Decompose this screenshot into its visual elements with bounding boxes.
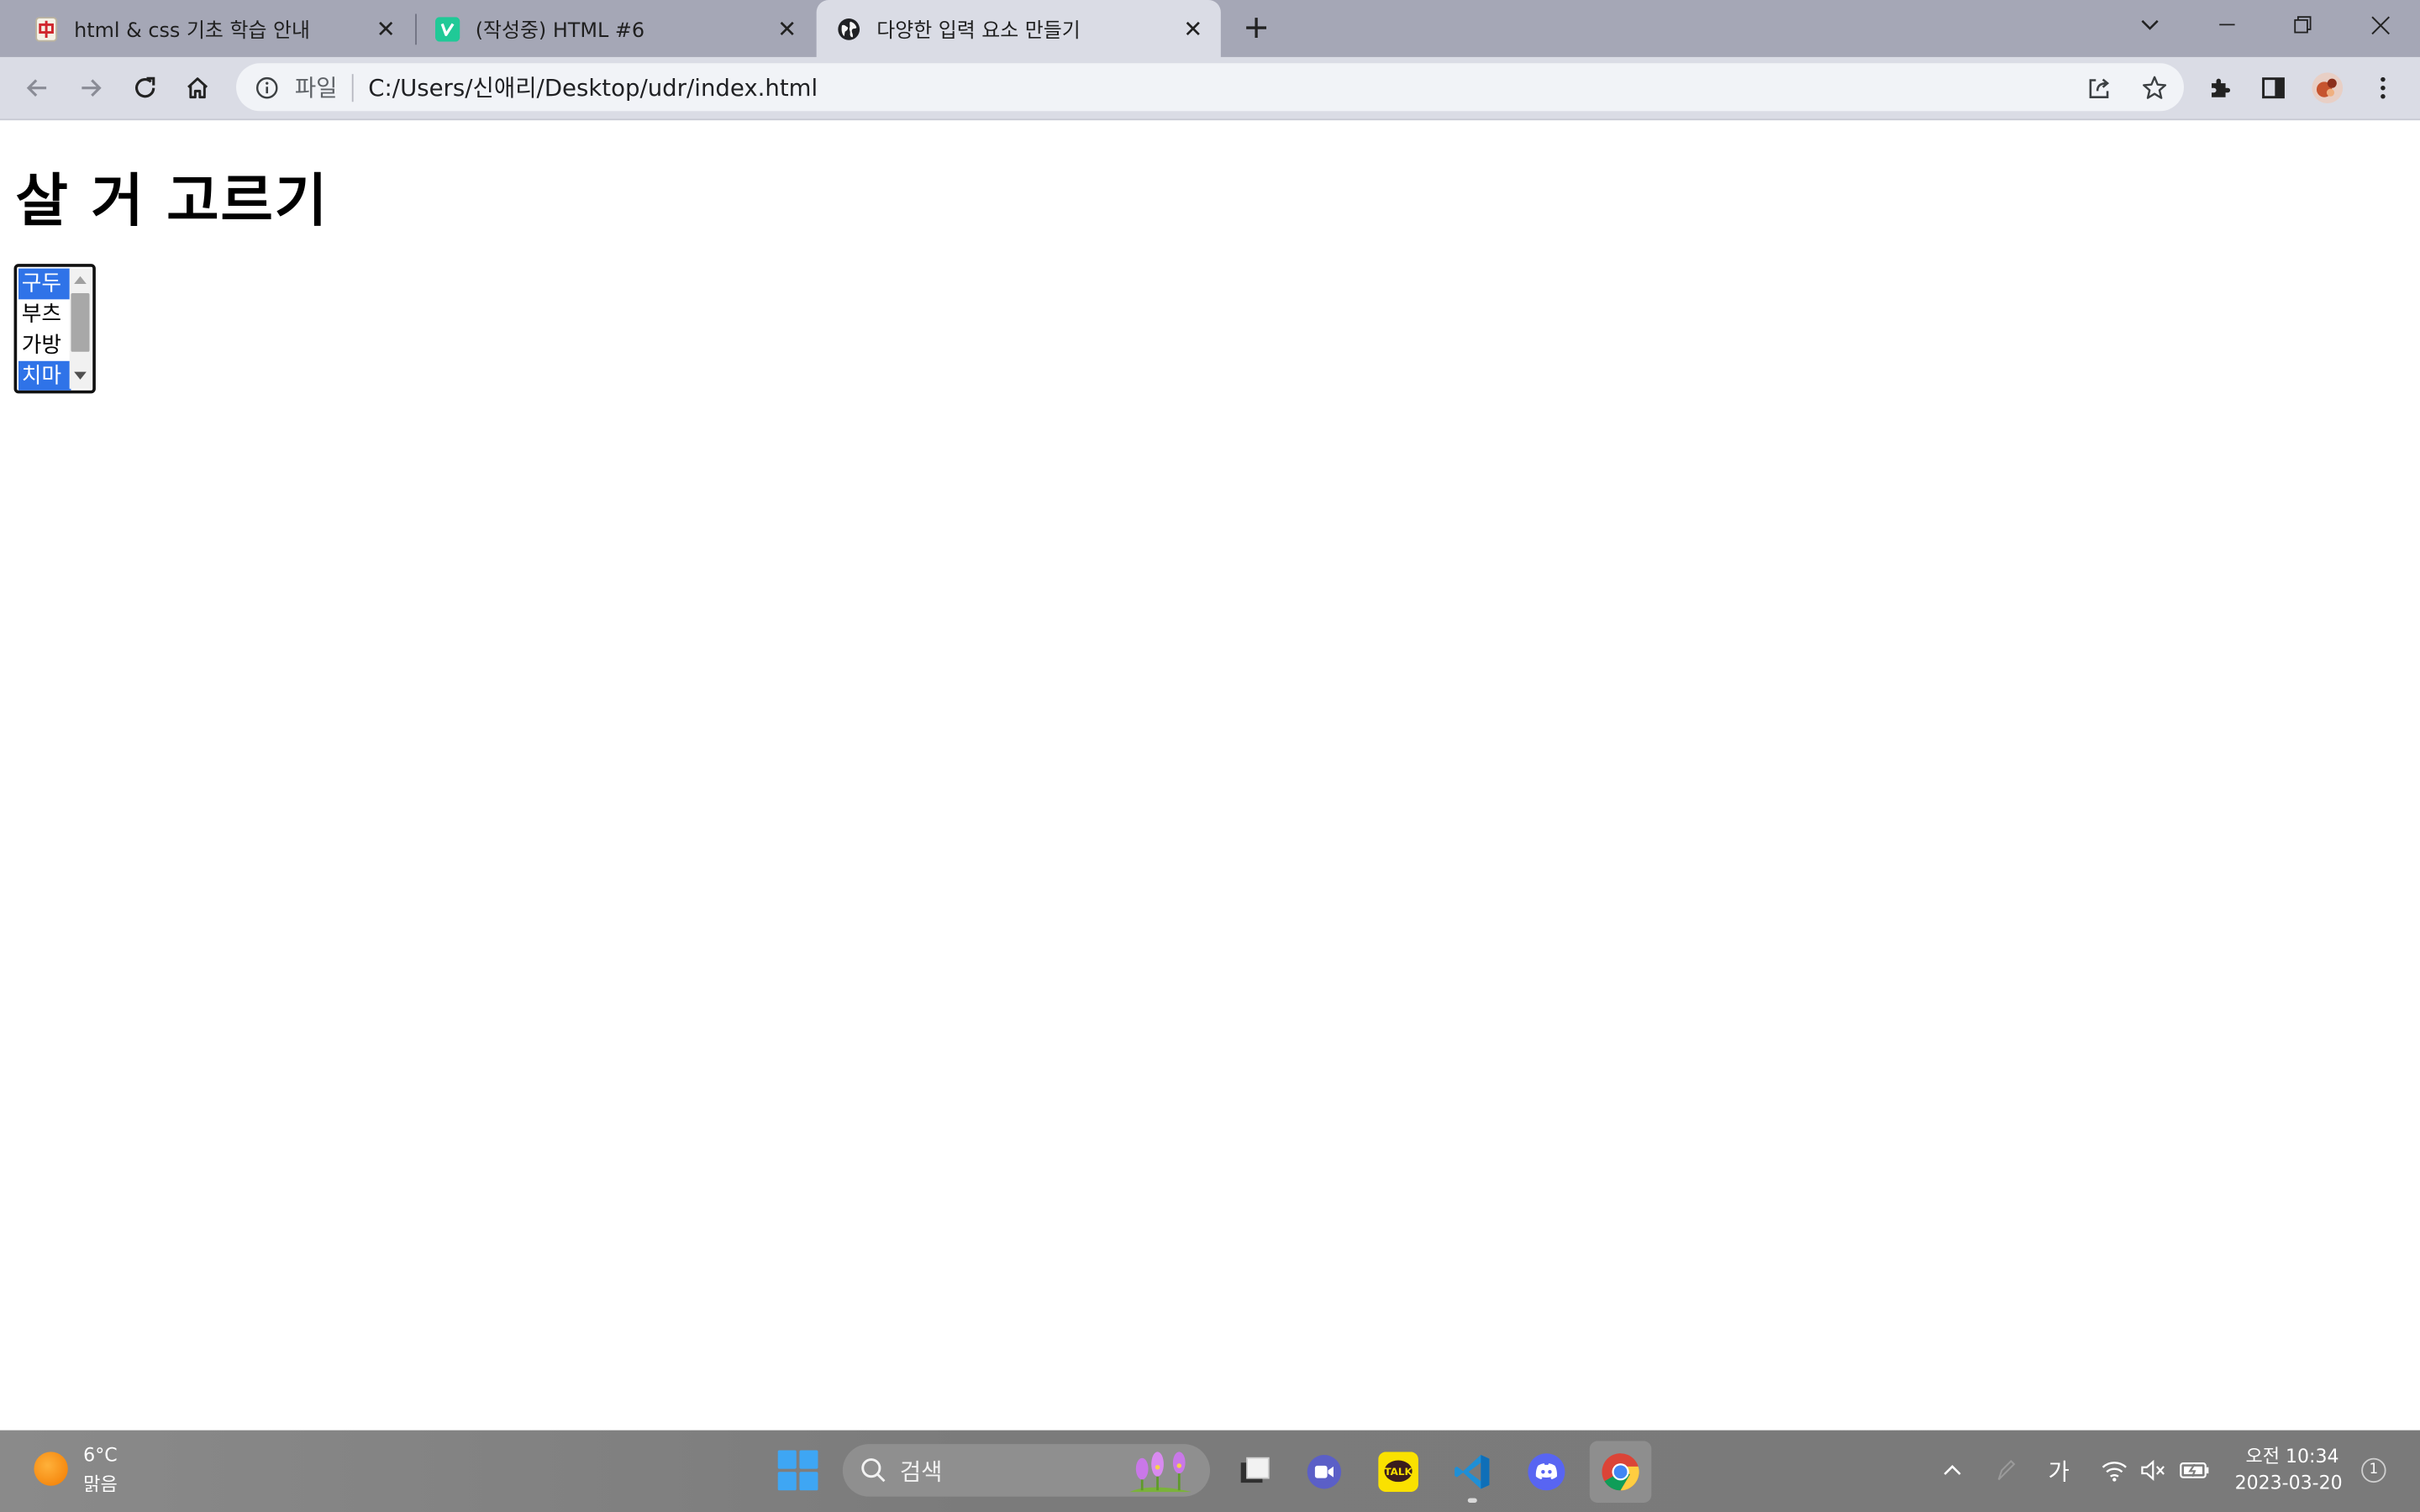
close-icon[interactable]: ✕ <box>371 13 402 45</box>
share-icon[interactable] <box>2082 71 2116 104</box>
clock-date[interactable]: 2023-03-20 <box>2235 1472 2343 1494</box>
chrome-button[interactable] <box>1589 1441 1652 1503</box>
windows-taskbar: 6°C 맑음 검색 TALK 가 오전 10:34 2023-03-20 1 <box>0 1430 2420 1512</box>
new-tab-button[interactable] <box>1238 9 1275 46</box>
task-view-icon <box>1240 1457 1270 1483</box>
chevron-up-icon[interactable] <box>1939 1452 1966 1488</box>
kakaotalk-icon: TALK <box>1378 1452 1418 1493</box>
minimize-icon <box>2219 24 2235 26</box>
reload-icon <box>135 76 155 98</box>
running-indicator <box>1467 1498 1477 1503</box>
list-option[interactable]: 부츠 <box>18 299 71 330</box>
tab-input-elements[interactable]: 다양한 입력 요소 만들기 ✕ <box>816 0 1221 57</box>
list-option[interactable]: 가방 <box>18 330 71 361</box>
crocus-flowers-icon <box>1129 1452 1192 1493</box>
vscode-icon <box>1455 1455 1490 1489</box>
kebab-menu-icon <box>2381 76 2386 99</box>
tab-strip: html & css 기초 학습 안내 ✕ (작성중) HTML #6 ✕ 다양… <box>0 0 2420 57</box>
clock-time[interactable]: 오전 10:34 <box>2245 1442 2338 1468</box>
url-text[interactable]: C:/Users/신애리/Desktop/udr/index.html <box>368 71 818 103</box>
discord-button[interactable] <box>1518 1444 1574 1499</box>
avatar-icon <box>2312 72 2344 104</box>
page-viewport: 살 거 고르기 구두 부츠 가방 치마 <box>0 120 2420 1431</box>
velog-v-icon <box>434 16 460 41</box>
task-view-button[interactable] <box>1227 1444 1282 1499</box>
vscode-button[interactable] <box>1444 1444 1500 1499</box>
wifi-icon[interactable] <box>2097 1452 2131 1488</box>
omnibox-divider <box>351 73 353 102</box>
notification-badge[interactable]: 1 <box>2361 1457 2386 1483</box>
close-icon <box>2370 15 2390 34</box>
plus-icon <box>1246 18 1267 38</box>
mahjong-zhong-icon <box>34 16 58 41</box>
tab-search-button[interactable] <box>2116 0 2184 50</box>
menu-button[interactable] <box>2365 70 2402 107</box>
bookmark-star-icon[interactable] <box>2138 71 2171 104</box>
list-option[interactable]: 치마 <box>18 360 71 391</box>
address-bar[interactable]: 파일 C:/Users/신애리/Desktop/udr/index.html <box>236 63 2184 112</box>
home-icon <box>187 77 208 99</box>
windows-logo-icon <box>777 1450 797 1469</box>
arrow-left-icon <box>26 79 47 97</box>
scroll-up-arrow-icon[interactable] <box>74 276 87 284</box>
svg-text:TALK: TALK <box>1384 1466 1413 1478</box>
info-icon[interactable] <box>253 73 281 101</box>
scrollbar-thumb[interactable] <box>71 292 90 352</box>
scroll-down-arrow-icon[interactable] <box>74 371 87 380</box>
home-button[interactable] <box>176 66 218 109</box>
tab-title: (작성중) HTML #6 <box>475 19 645 44</box>
list-option[interactable]: 구두 <box>18 268 71 300</box>
close-icon[interactable]: ✕ <box>771 13 802 45</box>
kakaotalk-button[interactable]: TALK <box>1370 1444 1426 1499</box>
side-panel-icon <box>2262 77 2285 99</box>
profile-avatar[interactable] <box>2309 70 2346 107</box>
battery-charging-icon[interactable] <box>2176 1452 2213 1488</box>
start-button[interactable] <box>777 1450 818 1491</box>
shopping-select-listbox[interactable]: 구두 부츠 가방 치마 <box>13 264 96 394</box>
search-label: 검색 <box>899 1457 943 1485</box>
weather-temperature: 6°C <box>83 1444 118 1466</box>
globe-icon <box>837 16 861 40</box>
screen: html & css 기초 학습 안내 ✕ (작성중) HTML #6 ✕ 다양… <box>0 0 2420 1512</box>
search-icon <box>861 1458 886 1483</box>
video-camera-icon <box>1307 1455 1342 1489</box>
pen-icon[interactable] <box>1991 1452 2022 1488</box>
scheme-label: 파일 <box>294 74 338 102</box>
minimize-button[interactable] <box>2193 0 2261 50</box>
close-icon[interactable]: ✕ <box>1177 13 1208 45</box>
speaker-muted-icon[interactable] <box>2136 1452 2170 1488</box>
tab-title: 다양한 입력 요소 만들기 <box>876 19 1081 44</box>
taskbar-search[interactable]: 검색 <box>842 1444 1210 1497</box>
page-title: 살 거 고르기 <box>15 168 329 235</box>
restore-button[interactable] <box>2269 0 2337 50</box>
tab-html-css-guide[interactable]: html & css 기초 학습 안내 ✕ <box>0 0 413 57</box>
tab-velog-draft[interactable]: (작성중) HTML #6 ✕ <box>417 0 815 57</box>
extensions-button[interactable] <box>2202 70 2239 107</box>
ime-indicator[interactable]: 가 <box>2042 1452 2075 1488</box>
forward-button[interactable] <box>70 66 113 109</box>
tab-title: html & css 기초 학습 안내 <box>74 19 310 44</box>
chevron-down-icon <box>2141 19 2159 30</box>
weather-sun-icon[interactable] <box>34 1452 68 1486</box>
close-window-button[interactable] <box>2346 0 2414 50</box>
teams-meet-button[interactable] <box>1297 1444 1352 1499</box>
restore-icon <box>2294 16 2312 34</box>
browser-toolbar: 파일 C:/Users/신애리/Desktop/udr/index.html <box>0 56 2420 121</box>
puzzle-icon <box>2212 78 2231 97</box>
listbox-scrollbar[interactable] <box>69 268 92 389</box>
side-panel-button[interactable] <box>2254 70 2291 107</box>
chrome-icon <box>1602 1453 1639 1491</box>
weather-condition: 맑음 <box>83 1473 118 1495</box>
discord-icon <box>1528 1453 1565 1491</box>
back-button[interactable] <box>15 66 58 109</box>
reload-button[interactable] <box>124 66 166 109</box>
arrow-right-icon <box>82 79 102 97</box>
